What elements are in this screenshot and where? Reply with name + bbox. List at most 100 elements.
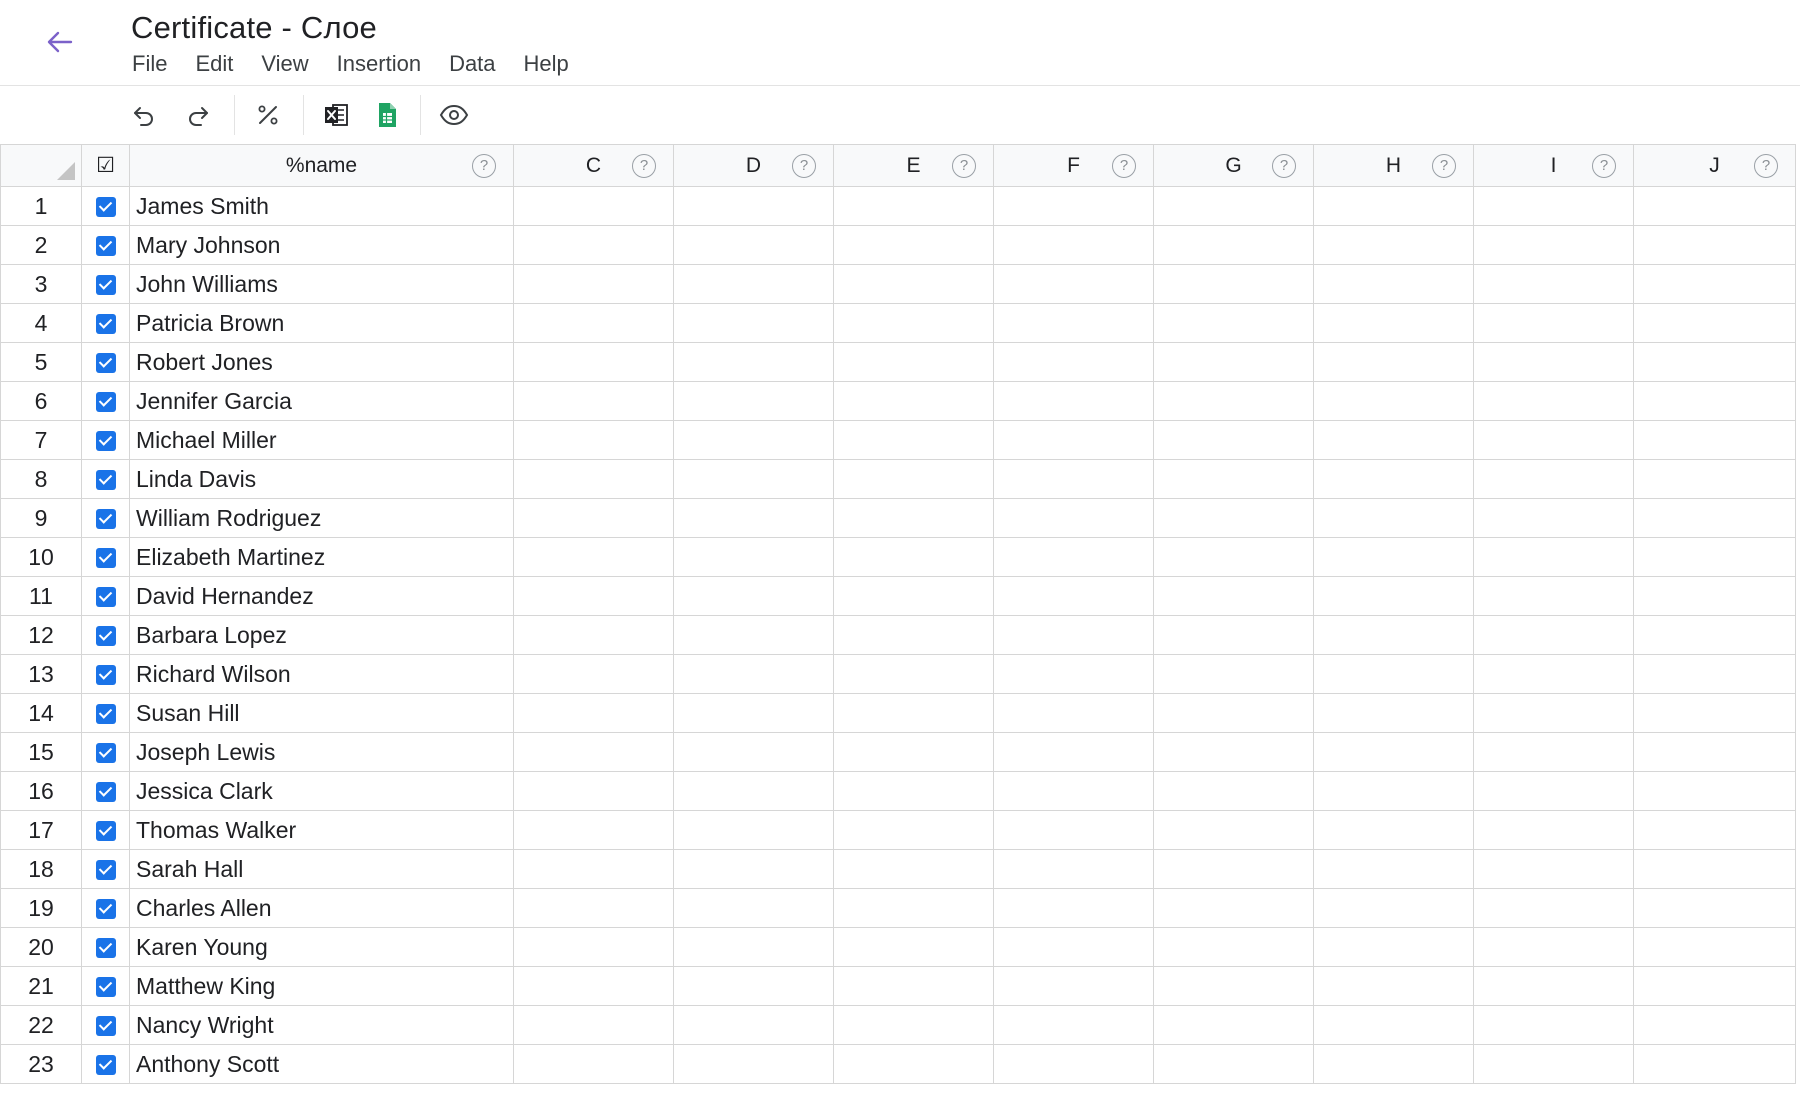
empty-cell[interactable] (1313, 420, 1474, 460)
empty-cell[interactable] (673, 342, 834, 382)
name-cell[interactable]: Jessica Clark (129, 771, 514, 811)
empty-cell[interactable] (513, 693, 674, 733)
empty-cell[interactable] (993, 771, 1154, 811)
empty-cell[interactable] (833, 810, 994, 850)
name-cell[interactable]: Susan Hill (129, 693, 514, 733)
empty-cell[interactable] (1473, 537, 1634, 577)
empty-cell[interactable] (993, 654, 1154, 694)
empty-cell[interactable] (993, 537, 1154, 577)
empty-cell[interactable] (1633, 537, 1796, 577)
help-icon[interactable]: ? (632, 153, 656, 178)
empty-cell[interactable] (1313, 966, 1474, 1006)
row-number[interactable]: 10 (0, 537, 82, 577)
empty-cell[interactable] (1473, 264, 1634, 304)
empty-cell[interactable] (673, 810, 834, 850)
name-cell[interactable]: Elizabeth Martinez (129, 537, 514, 577)
empty-cell[interactable] (673, 849, 834, 889)
row-checkbox[interactable] (95, 821, 116, 842)
empty-cell[interactable] (1633, 732, 1796, 772)
menu-insertion[interactable]: Insertion (323, 48, 435, 80)
row-checkbox[interactable] (95, 977, 116, 998)
empty-cell[interactable] (1473, 849, 1634, 889)
name-cell[interactable]: Joseph Lewis (129, 732, 514, 772)
export-excel-button[interactable] (316, 95, 356, 135)
empty-cell[interactable] (1633, 225, 1796, 265)
empty-cell[interactable] (1153, 186, 1314, 226)
empty-cell[interactable] (673, 537, 834, 577)
row-checkbox[interactable] (95, 470, 116, 491)
empty-cell[interactable] (833, 381, 994, 421)
row-number[interactable]: 21 (0, 966, 82, 1006)
empty-cell[interactable] (1473, 888, 1634, 928)
empty-cell[interactable] (1153, 654, 1314, 694)
help-icon[interactable]: ? (1432, 153, 1456, 178)
empty-cell[interactable] (993, 888, 1154, 928)
empty-cell[interactable] (673, 225, 834, 265)
empty-cell[interactable] (1313, 810, 1474, 850)
empty-cell[interactable] (513, 810, 674, 850)
row-checkbox[interactable] (95, 743, 116, 764)
empty-cell[interactable] (1633, 459, 1796, 499)
empty-cell[interactable] (1153, 576, 1314, 616)
empty-cell[interactable] (833, 420, 994, 460)
empty-cell[interactable] (513, 966, 674, 1006)
empty-cell[interactable] (833, 225, 994, 265)
empty-cell[interactable] (513, 225, 674, 265)
empty-cell[interactable] (1473, 225, 1634, 265)
column-header-d[interactable]: D? (673, 144, 834, 187)
row-number[interactable]: 1 (0, 186, 82, 226)
empty-cell[interactable] (1313, 225, 1474, 265)
empty-cell[interactable] (1153, 498, 1314, 538)
empty-cell[interactable] (513, 576, 674, 616)
empty-cell[interactable] (673, 654, 834, 694)
empty-cell[interactable] (1313, 732, 1474, 772)
empty-cell[interactable] (1153, 927, 1314, 967)
empty-cell[interactable] (833, 264, 994, 304)
empty-cell[interactable] (1313, 849, 1474, 889)
empty-cell[interactable] (1633, 849, 1796, 889)
help-icon[interactable]: ? (952, 153, 976, 178)
empty-cell[interactable] (1633, 186, 1796, 226)
undo-button[interactable] (124, 95, 164, 135)
empty-cell[interactable] (1473, 810, 1634, 850)
row-number[interactable]: 9 (0, 498, 82, 538)
name-cell[interactable]: Michael Miller (129, 420, 514, 460)
empty-cell[interactable] (993, 264, 1154, 304)
empty-cell[interactable] (513, 186, 674, 226)
row-checkbox[interactable] (95, 392, 116, 413)
name-cell[interactable]: Sarah Hall (129, 849, 514, 889)
empty-cell[interactable] (1153, 303, 1314, 343)
empty-cell[interactable] (673, 459, 834, 499)
row-checkbox[interactable] (95, 626, 116, 647)
empty-cell[interactable] (1473, 654, 1634, 694)
empty-cell[interactable] (833, 927, 994, 967)
empty-cell[interactable] (1153, 342, 1314, 382)
empty-cell[interactable] (673, 576, 834, 616)
empty-cell[interactable] (993, 186, 1154, 226)
empty-cell[interactable] (833, 1044, 994, 1084)
empty-cell[interactable] (513, 537, 674, 577)
empty-cell[interactable] (673, 381, 834, 421)
empty-cell[interactable] (833, 1005, 994, 1045)
empty-cell[interactable] (993, 576, 1154, 616)
select-all-corner[interactable] (0, 144, 82, 187)
empty-cell[interactable] (513, 498, 674, 538)
help-icon[interactable]: ? (1754, 153, 1778, 178)
empty-cell[interactable] (1633, 303, 1796, 343)
empty-cell[interactable] (1473, 693, 1634, 733)
empty-cell[interactable] (1153, 264, 1314, 304)
row-number[interactable]: 14 (0, 693, 82, 733)
name-cell[interactable]: James Smith (129, 186, 514, 226)
row-number[interactable]: 17 (0, 810, 82, 850)
empty-cell[interactable] (993, 498, 1154, 538)
column-header-j[interactable]: J? (1633, 144, 1796, 187)
menu-edit[interactable]: Edit (181, 48, 247, 80)
empty-cell[interactable] (1153, 1044, 1314, 1084)
name-cell[interactable]: Patricia Brown (129, 303, 514, 343)
name-cell[interactable]: Karen Young (129, 927, 514, 967)
check-column-header[interactable]: ☑ (81, 144, 130, 187)
row-number[interactable]: 15 (0, 732, 82, 772)
empty-cell[interactable] (1633, 498, 1796, 538)
empty-cell[interactable] (1313, 576, 1474, 616)
empty-cell[interactable] (1313, 927, 1474, 967)
